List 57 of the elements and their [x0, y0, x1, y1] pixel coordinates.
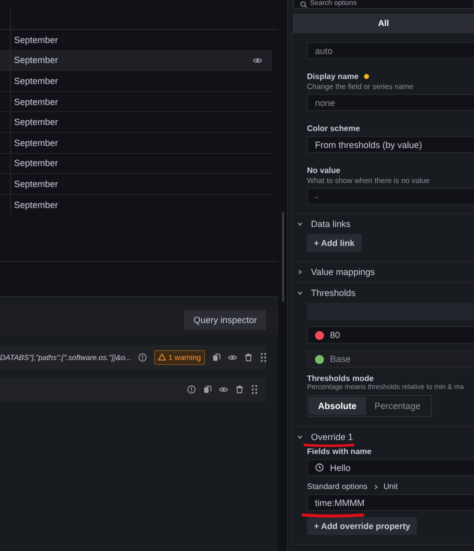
table-cell: September [14, 34, 58, 45]
field-label: Color scheme [307, 124, 360, 133]
threshold-field[interactable]: 80 [307, 326, 474, 344]
table-cell: September [14, 178, 58, 189]
copy-icon[interactable] [212, 352, 221, 362]
add-button[interactable]: + Add link [307, 234, 362, 252]
drag-handle-icon[interactable] [251, 384, 258, 394]
table-cell: September [14, 200, 58, 210]
drag-handle-icon[interactable] [260, 352, 267, 362]
input-field[interactable]: From thresholds (by value) [307, 136, 474, 153]
category-tab[interactable]: All [293, 14, 474, 33]
collapse-icon[interactable] [297, 434, 303, 440]
trash-icon[interactable] [235, 384, 244, 394]
section-header[interactable]: Override 1 [292, 427, 474, 447]
table-cell: September [14, 55, 58, 66]
search-icon [300, 1, 307, 8]
table-cell: September [14, 117, 58, 128]
table-cell: September [14, 96, 58, 107]
table-row[interactable]: September [0, 50, 272, 72]
input-field[interactable]: time:MMMM [307, 494, 474, 511]
scrollbar[interactable] [282, 212, 284, 302]
eye-icon[interactable] [228, 352, 237, 362]
eye-icon[interactable] [219, 384, 228, 394]
help-icon[interactable] [187, 384, 196, 394]
clock-icon [315, 463, 324, 472]
input-field[interactable]: Hello [307, 459, 474, 476]
color-dot[interactable] [315, 354, 324, 364]
help-icon[interactable] [138, 352, 148, 362]
copy-icon[interactable] [203, 384, 212, 394]
add-button[interactable]: + Add override property [307, 517, 418, 535]
query-inspector-button[interactable]: Query inspector [184, 310, 266, 330]
color-dot[interactable] [315, 330, 324, 340]
breadcrumb-label: Standard options [307, 482, 368, 491]
threshold-field[interactable]: Base [307, 350, 474, 368]
table-cell: September [14, 76, 58, 86]
field-label: No value [307, 166, 340, 175]
radio-option[interactable]: Percentage [366, 397, 430, 415]
field-label: Display name [307, 72, 359, 81]
expand-icon[interactable] [297, 269, 303, 275]
collapse-icon[interactable] [297, 290, 303, 296]
input-field[interactable]: auto [307, 42, 474, 59]
trash-icon[interactable] [244, 352, 253, 362]
radio-option[interactable]: Absolute [309, 397, 366, 415]
section-header[interactable]: Data links [292, 214, 474, 234]
field-label: Thresholds mode [307, 374, 374, 383]
section-header[interactable]: Value mappings [292, 262, 474, 282]
collapse-icon[interactable] [297, 221, 303, 227]
input-field[interactable]: none [307, 94, 474, 111]
input-field[interactable]: - [307, 188, 474, 205]
breadcrumb-label: Unit [384, 482, 398, 491]
warning-icon [158, 353, 166, 361]
field-label: Fields with name [307, 447, 372, 456]
eye-icon[interactable] [253, 56, 262, 65]
table-cell: September [14, 158, 58, 168]
chevron-icon [372, 484, 378, 490]
section-header[interactable]: Thresholds [292, 283, 474, 303]
table-cell: September [14, 138, 58, 148]
